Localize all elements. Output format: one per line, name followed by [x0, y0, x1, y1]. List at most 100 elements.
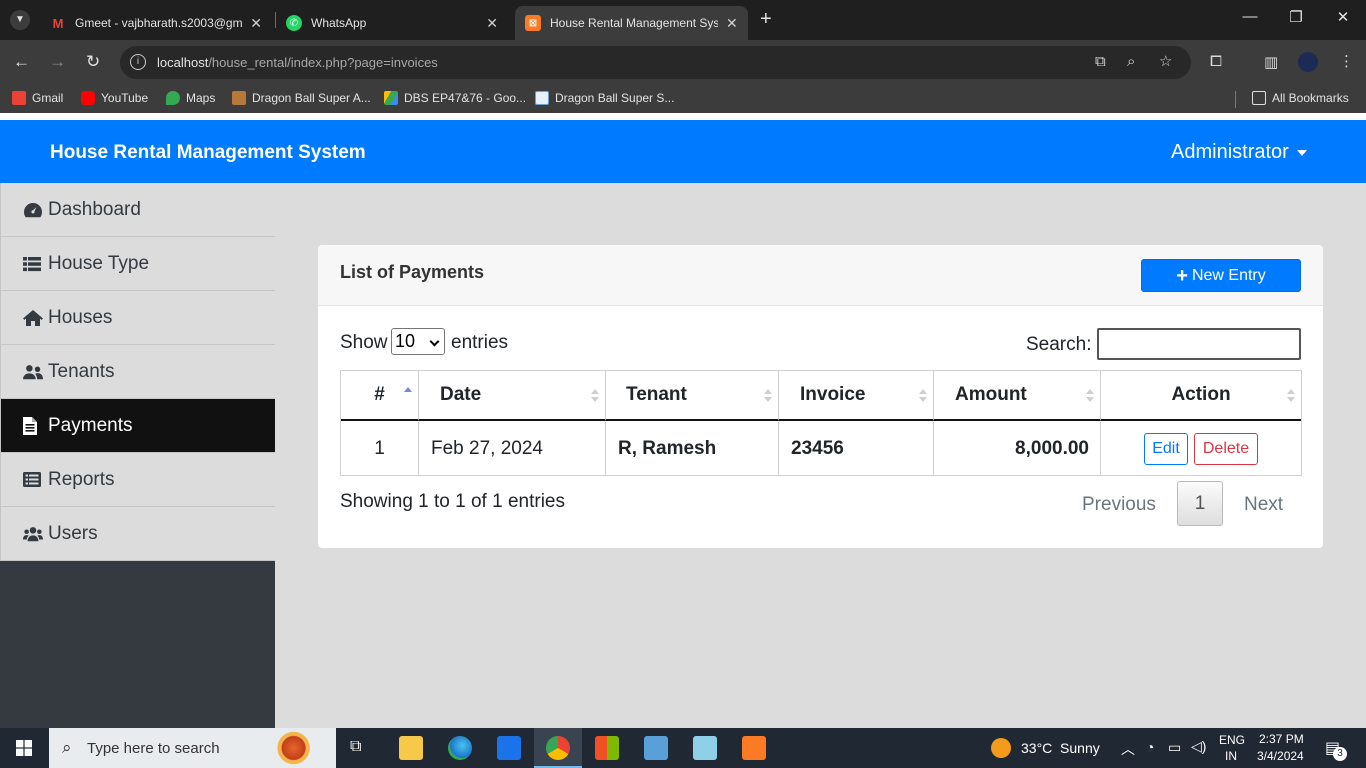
sidebar-item-label: Dashboard	[48, 198, 141, 220]
back-icon[interactable]: ←	[13, 52, 30, 72]
column-header-invoice[interactable]: Invoice	[779, 371, 934, 421]
browser-tab-strip: ▼ M Gmeet - vajbharath.s2003@gmail.com ✕…	[0, 0, 1366, 40]
gmail-icon	[12, 91, 26, 105]
remote-desktop-icon[interactable]	[644, 736, 668, 760]
sidebar-item-houses[interactable]: Houses	[0, 291, 275, 345]
close-icon[interactable]: ✕	[486, 15, 498, 32]
language-bottom[interactable]: IN	[1225, 749, 1237, 763]
sidebar-item-label: Tenants	[48, 360, 115, 382]
url-text[interactable]: localhost/house_rental/index.php?page=in…	[157, 55, 438, 70]
column-header-label: #	[374, 384, 385, 405]
edge-icon[interactable]	[448, 736, 472, 760]
profile-avatar[interactable]	[1298, 52, 1318, 72]
sidebar-item-reports[interactable]: Reports	[0, 453, 275, 507]
notepad-icon[interactable]	[693, 736, 717, 760]
tab-whatsapp[interactable]: ✆ WhatsApp ✕	[276, 6, 508, 40]
task-view-icon[interactable]: ⧉	[350, 738, 361, 756]
edit-button[interactable]: Edit	[1144, 433, 1188, 465]
column-header-tenant[interactable]: Tenant	[606, 371, 779, 421]
chrome-icon[interactable]	[546, 736, 570, 760]
minimize-icon[interactable]: —	[1227, 8, 1273, 25]
sidebar-item-dashboard[interactable]: Dashboard	[0, 183, 275, 237]
mail-icon[interactable]	[497, 736, 521, 760]
clock-date[interactable]: 3/4/2024	[1257, 749, 1304, 763]
sidebar-item-house-type[interactable]: House Type	[0, 237, 275, 291]
notification-count-badge: 3	[1333, 747, 1347, 761]
close-icon[interactable]: ✕	[250, 15, 262, 32]
menu-icon[interactable]: ⋮	[1339, 52, 1354, 70]
search-input[interactable]	[1097, 328, 1301, 360]
taskbar-search-input[interactable]: ⌕ Type here to search	[49, 728, 336, 768]
bookmark-dbs-a[interactable]: Dragon Ball Super A...	[232, 91, 371, 105]
all-bookmarks-label: All Bookmarks	[1272, 91, 1349, 105]
cell-invoice: 23456	[779, 422, 934, 476]
restore-icon[interactable]: ❐	[1273, 8, 1319, 26]
file-explorer-icon[interactable]	[399, 736, 423, 760]
all-bookmarks[interactable]: All Bookmarks	[1252, 91, 1349, 105]
xampp-icon: ⊠	[525, 15, 541, 31]
sidebar: Dashboard House Type Houses Tenants Paym…	[0, 183, 275, 728]
search-icon: ⌕	[62, 738, 72, 757]
address-bar[interactable]: i localhost/house_rental/index.php?page=…	[120, 46, 1191, 79]
cell-tenant: R, Ramesh	[606, 422, 779, 476]
language-top[interactable]: ENG	[1219, 733, 1245, 747]
extensions-icon[interactable]: ⧠	[1210, 53, 1222, 70]
next-page-button[interactable]: Next	[1244, 494, 1283, 516]
close-icon[interactable]: ✕	[726, 15, 738, 32]
home-icon	[23, 309, 43, 326]
user-menu[interactable]: Administrator	[1171, 141, 1307, 164]
xampp-icon[interactable]	[742, 736, 766, 760]
payments-card: List of Payments + New Entry Show 10 entr…	[318, 245, 1323, 548]
users-icon	[23, 526, 43, 542]
zoom-icon[interactable]: ⌕	[1127, 53, 1135, 70]
column-header-date[interactable]: Date	[419, 371, 606, 421]
site-icon	[535, 91, 549, 105]
windows-start-icon[interactable]	[16, 740, 32, 756]
column-header-amount[interactable]: Amount	[934, 371, 1101, 421]
clock-time[interactable]: 2:37 PM	[1259, 732, 1304, 746]
windows-taskbar: ⌕ Type here to search ⧉ 33°C Sunny ︿ ◔ ▭…	[0, 728, 1366, 768]
microsoft-store-icon[interactable]	[595, 736, 619, 760]
bookmark-star-icon[interactable]: ☆	[1159, 52, 1172, 70]
new-entry-button[interactable]: + New Entry	[1141, 259, 1301, 292]
bookmark-label: DBS EP47&76 - Goo...	[404, 91, 527, 105]
folder-icon	[1252, 91, 1266, 105]
list-alt-icon	[23, 472, 43, 487]
youtube-icon	[81, 91, 95, 105]
side-panel-icon[interactable]: ▥	[1264, 53, 1278, 71]
app-brand[interactable]: House Rental Management System	[50, 142, 366, 164]
bookmark-youtube[interactable]: YouTube	[81, 91, 148, 105]
bookmark-dbs-s[interactable]: Dragon Ball Super S...	[535, 91, 674, 105]
sidebar-item-payments[interactable]: Payments	[0, 399, 275, 453]
network-icon[interactable]: ◔	[1146, 739, 1154, 755]
reload-icon[interactable]: ↻	[86, 52, 100, 72]
tab-house-rental[interactable]: ⊠ House Rental Management System ✕	[515, 6, 748, 40]
sidebar-item-label: Users	[48, 522, 98, 544]
column-header-number[interactable]: #	[341, 371, 419, 421]
bookmark-gmail[interactable]: Gmail	[12, 91, 63, 105]
new-tab-icon[interactable]: +	[760, 8, 772, 31]
previous-page-button[interactable]: Previous	[1082, 494, 1156, 516]
column-header-action[interactable]: Action	[1101, 371, 1301, 421]
tab-gmeet[interactable]: M Gmeet - vajbharath.s2003@gmail.com ✕	[40, 6, 272, 40]
page-1-button[interactable]: 1	[1177, 481, 1223, 526]
bookmark-maps[interactable]: Maps	[166, 91, 215, 105]
forward-icon[interactable]: →	[49, 52, 66, 72]
sidebar-item-users[interactable]: Users	[0, 507, 275, 561]
tab-search-icon[interactable]: ▼	[10, 10, 30, 30]
page-length-select[interactable]: 10	[391, 328, 445, 355]
url-host: localhost	[157, 55, 209, 70]
close-window-icon[interactable]: ✕	[1320, 8, 1366, 26]
delete-button[interactable]: Delete	[1194, 433, 1258, 465]
tachometer-icon	[23, 201, 43, 219]
sidebar-item-tenants[interactable]: Tenants	[0, 345, 275, 399]
translate-icon[interactable]: ⧉	[1095, 53, 1106, 70]
show-label: Show	[340, 332, 388, 353]
weather-text[interactable]: 33°C Sunny	[1021, 740, 1100, 756]
volume-icon[interactable]: ◁)	[1191, 738, 1206, 755]
chevron-up-icon[interactable]: ︿	[1121, 739, 1135, 759]
gmail-icon: M	[52, 15, 64, 31]
site-info-icon[interactable]: i	[130, 54, 146, 70]
battery-icon[interactable]: ▭	[1168, 739, 1181, 756]
bookmark-dbs-ep[interactable]: DBS EP47&76 - Goo...	[384, 91, 526, 105]
